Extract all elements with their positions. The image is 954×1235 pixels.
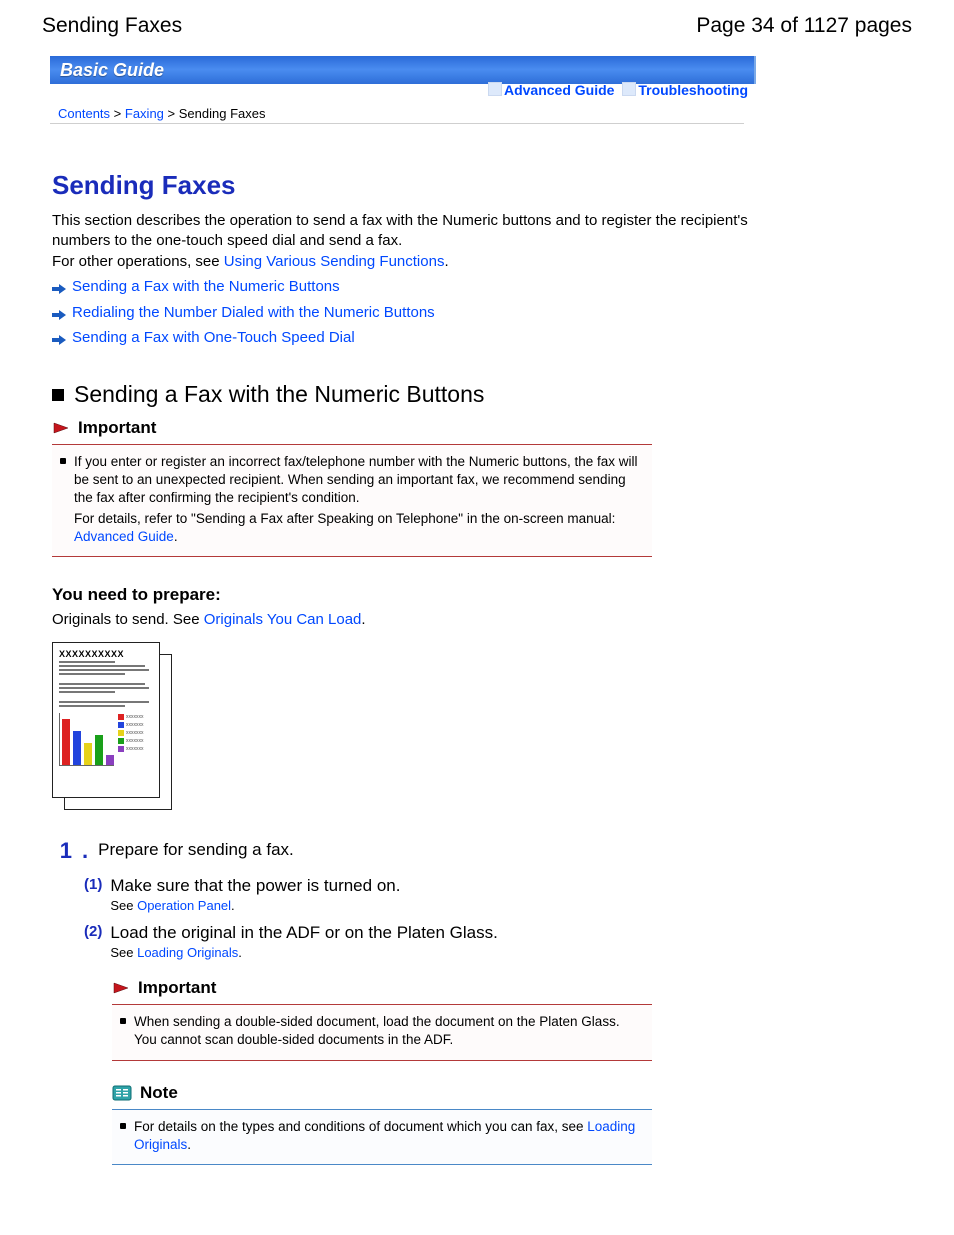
note-callout: For details on the types and conditions … — [112, 1109, 652, 1165]
operation-panel-link[interactable]: Operation Panel — [137, 898, 231, 913]
square-icon — [622, 82, 636, 96]
important-text-1: If you enter or register an incorrect fa… — [74, 453, 644, 508]
page-counter: Page 34 of 1127 pages — [696, 14, 912, 38]
intro2-after: . — [444, 253, 448, 270]
step-number-1: 1 — [52, 838, 72, 864]
important-icon — [52, 421, 70, 435]
breadcrumb-contents[interactable]: Contents — [58, 106, 110, 121]
substep-1-number: (1) — [84, 876, 102, 913]
breadcrumb-current: Sending Faxes — [179, 106, 266, 121]
banner-links: Advanced Guide Troubleshooting — [488, 82, 748, 98]
important-after: . — [174, 529, 178, 544]
troubleshooting-link[interactable]: Troubleshooting — [638, 82, 748, 98]
intro2-text: For other operations, see — [52, 253, 224, 270]
bullet-icon — [120, 1123, 126, 1129]
substep-2-text: Load the original in the ADF or on the P… — [110, 923, 497, 943]
document-illustration: XXXXXXXXXX xxxxxxx xxxxxxx — [52, 642, 752, 810]
bullet-icon — [120, 1018, 126, 1024]
important-callout: If you enter or register an incorrect fa… — [52, 444, 652, 557]
important2-text: When sending a double-sided document, lo… — [134, 1013, 644, 1049]
important-label-2: Important — [138, 978, 216, 998]
intro-paragraph: This section describes the operation to … — [52, 211, 752, 252]
doc-title: Sending Faxes — [42, 14, 182, 38]
note-text-before: For details on the types and conditions … — [134, 1119, 587, 1134]
loading-originals-link[interactable]: Loading Originals — [137, 945, 238, 960]
intro-other-ops: For other operations, see Using Various … — [52, 252, 752, 272]
note-icon — [112, 1085, 132, 1101]
arrow-right-icon — [52, 280, 66, 302]
important-label: Important — [78, 418, 156, 438]
square-icon — [488, 82, 502, 96]
square-bullet-icon — [52, 389, 64, 401]
prepare-after: . — [361, 611, 365, 628]
guide-banner: Basic Guide Advanced Guide Troubleshooti… — [50, 56, 756, 84]
link-sending-numeric[interactable]: Sending a Fax with the Numeric Buttons — [72, 276, 340, 298]
breadcrumb-faxing[interactable]: Faxing — [125, 106, 164, 121]
link-one-touch[interactable]: Sending a Fax with One-Touch Speed Dial — [72, 327, 355, 349]
prepare-heading: You need to prepare: — [52, 585, 752, 605]
arrow-right-icon — [52, 306, 66, 328]
illus-title: XXXXXXXXXX — [59, 649, 153, 659]
see-prefix-2: See — [110, 945, 137, 960]
prepare-before: Originals to send. See — [52, 611, 204, 628]
see-after-2: . — [238, 945, 242, 960]
see-prefix: See — [110, 898, 137, 913]
substep-2-number: (2) — [84, 923, 102, 960]
advanced-guide-inline-link[interactable]: Advanced Guide — [74, 529, 174, 544]
link-redialing[interactable]: Redialing the Number Dialed with the Num… — [72, 302, 435, 324]
bullet-icon — [60, 458, 66, 464]
originals-you-can-load-link[interactable]: Originals You Can Load — [204, 611, 362, 628]
important-text-2: For details, refer to "Sending a Fax aft… — [74, 510, 644, 528]
step-1-text: Prepare for sending a fax. — [98, 838, 294, 864]
note-text-after: . — [187, 1137, 191, 1152]
important-icon — [112, 981, 130, 995]
substep-1-text: Make sure that the power is turned on. — [110, 876, 400, 896]
advanced-guide-link[interactable]: Advanced Guide — [504, 82, 614, 98]
note-label: Note — [140, 1083, 178, 1103]
prepare-text: Originals to send. See Originals You Can… — [52, 611, 752, 628]
important-callout-2: When sending a double-sided document, lo… — [112, 1004, 652, 1060]
using-various-sending-link[interactable]: Using Various Sending Functions — [224, 253, 445, 270]
section-heading: Sending a Fax with the Numeric Buttons — [74, 381, 484, 408]
see-after: . — [231, 898, 235, 913]
page-heading: Sending Faxes — [52, 170, 752, 201]
arrow-right-icon — [52, 331, 66, 353]
banner-title: Basic Guide — [60, 60, 164, 81]
